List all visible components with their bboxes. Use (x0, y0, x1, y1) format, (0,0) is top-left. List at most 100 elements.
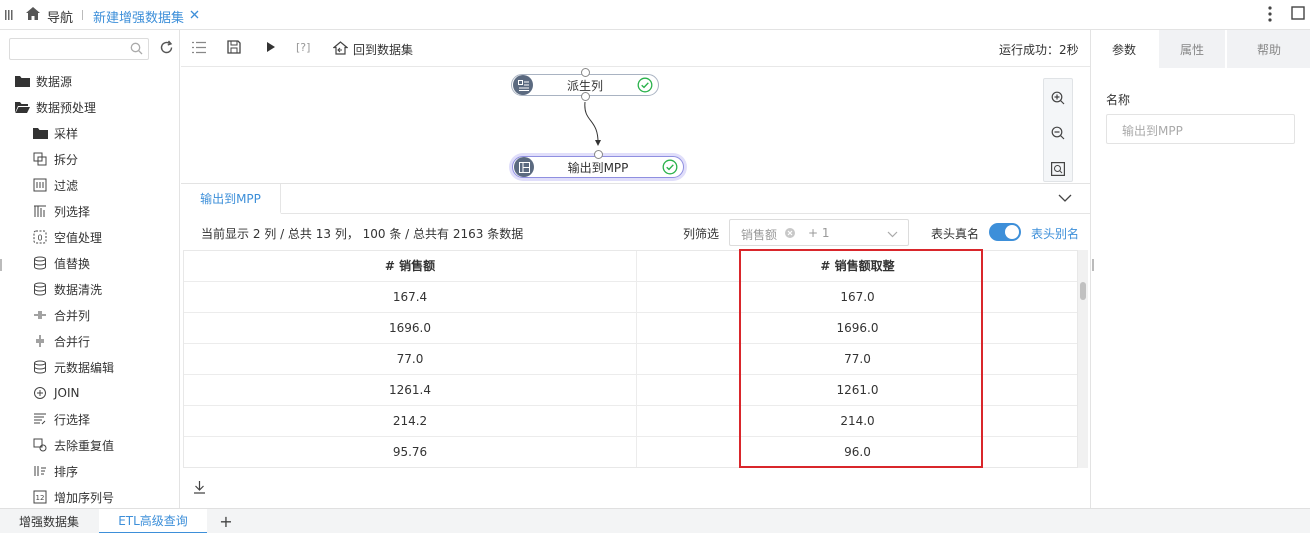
tag-remove-icon[interactable] (785, 228, 795, 238)
download-icon[interactable] (193, 480, 206, 494)
table-cell[interactable]: 1696.0 (184, 313, 637, 344)
refresh-icon[interactable] (159, 40, 174, 55)
tree-item-label: 元数据编辑 (54, 360, 115, 375)
node-input-port[interactable] (581, 68, 590, 77)
header-name-toggle[interactable] (989, 223, 1021, 241)
nav-label[interactable]: 导航 (47, 7, 73, 26)
tree-item-preprocess[interactable]: 数据预处理 (14, 97, 96, 117)
tree-item-merge-column[interactable]: 合并列 (32, 305, 90, 325)
flow-canvas[interactable]: 派生列 输出到MPP (181, 68, 1090, 183)
merge-column-icon (32, 307, 48, 323)
tree-item-label: 合并行 (54, 334, 91, 349)
success-check-icon (637, 77, 653, 93)
scroll-thumb[interactable] (1080, 282, 1086, 300)
tree-item-sort[interactable]: 排序 (32, 461, 78, 481)
tree-item-datasource[interactable]: 数据源 (14, 71, 72, 91)
tree-item-join[interactable]: JOIN (32, 383, 80, 403)
tab-params[interactable]: 参数 (1091, 30, 1157, 68)
zoom-out-icon[interactable] (1051, 126, 1065, 140)
name-field[interactable]: 输出到MPP (1106, 114, 1295, 144)
table-cell[interactable]: 167.4 (184, 282, 637, 313)
success-check-icon (662, 159, 678, 175)
header-alias-label[interactable]: 表头别名 (1031, 225, 1079, 242)
output-table-icon (514, 157, 534, 177)
tree-item-dedupe[interactable]: 去除重复值 (32, 435, 114, 455)
menu-grip-icon[interactable] (5, 10, 13, 20)
tree-item-label: 合并列 (54, 308, 91, 323)
node-output-mpp[interactable]: 输出到MPP (512, 156, 684, 178)
tree-item-sample[interactable]: 采样 (32, 123, 78, 143)
maximize-icon[interactable] (1291, 6, 1305, 20)
tree-item-label: 数据清洗 (54, 282, 103, 297)
right-panel: 参数 属性 帮助 名称 输出到MPP (1090, 30, 1310, 508)
split-icon (32, 151, 48, 167)
connector-line (584, 101, 601, 146)
tab-enhanced-dataset[interactable]: 增强数据集 (0, 509, 98, 533)
divider (82, 10, 83, 20)
fit-view-icon[interactable] (1051, 162, 1065, 176)
merge-row-icon (32, 333, 48, 349)
tree-item-metadata-edit[interactable]: 元数据编辑 (32, 357, 114, 377)
folder-open-icon (14, 99, 30, 115)
tree-item-value-replace[interactable]: 值替换 (32, 253, 90, 273)
tab-new-dataset[interactable]: 新建增强数据集 (93, 7, 184, 26)
tree-item-merge-row[interactable]: 合并行 (32, 331, 90, 351)
save-icon[interactable] (227, 40, 241, 54)
home-icon[interactable] (25, 6, 41, 21)
tree-item-row-select[interactable]: 行选择 (32, 409, 90, 429)
database-icon (32, 255, 48, 271)
tab-help[interactable]: 帮助 (1227, 30, 1310, 68)
tab-properties[interactable]: 属性 (1159, 30, 1225, 68)
tree-item-filter[interactable]: 过滤 (32, 175, 78, 195)
name-field-value: 输出到MPP (1122, 124, 1183, 138)
serial-number-icon: 12 (32, 489, 48, 505)
grid-scrollbar[interactable] (1078, 250, 1088, 468)
search-input[interactable] (9, 38, 149, 60)
tree-item-data-clean[interactable]: 数据清洗 (32, 279, 102, 299)
filter-more-count: + 1 (808, 226, 830, 240)
node-label: 派生列 (566, 78, 603, 93)
close-icon[interactable] (190, 10, 199, 19)
name-label: 名称 (1106, 93, 1131, 107)
column-header[interactable]: # 销售额 (184, 251, 637, 282)
filter-icon (32, 177, 48, 193)
node-input-port[interactable] (594, 150, 603, 159)
back-to-dataset-button[interactable]: 回到数据集 (353, 41, 413, 58)
left-resize-handle[interactable] (0, 259, 2, 271)
folder-icon (32, 125, 48, 141)
tab-output-mpp[interactable]: 输出到MPP (181, 184, 281, 214)
more-vertical-icon[interactable] (1268, 6, 1272, 22)
run-icon[interactable] (266, 42, 275, 52)
toolbar: [?] 回到数据集 运行成功：2秒 (181, 30, 1090, 67)
zoom-in-icon[interactable] (1051, 91, 1065, 105)
column-filter-select[interactable]: 销售额 + 1 (729, 219, 909, 246)
folder-icon (14, 73, 30, 89)
row-select-icon (32, 411, 48, 427)
tree-item-label: 增加序列号 (54, 490, 115, 505)
tree-item-column-select[interactable]: 列选择 (32, 201, 90, 221)
table-cell[interactable]: 214.2 (184, 406, 637, 437)
tab-etl-query[interactable]: ETL高级查询 (99, 509, 207, 533)
right-resize-handle[interactable] (1092, 259, 1094, 271)
tree-item-label: 数据源 (36, 74, 73, 89)
tree-item-null-handle[interactable]: 0 空值处理 (32, 227, 102, 247)
back-home-icon[interactable] (333, 41, 348, 55)
tree-item-split[interactable]: 拆分 (32, 149, 78, 169)
derived-column-icon (513, 75, 533, 95)
search-icon[interactable] (130, 42, 143, 55)
collapse-chevron-icon[interactable] (1058, 194, 1072, 202)
tree-item-label: 采样 (54, 126, 79, 141)
add-tab-button[interactable]: + (215, 509, 237, 533)
table-cell[interactable]: 1261.4 (184, 375, 637, 406)
table-cell[interactable]: 77.0 (184, 344, 637, 375)
table-cell[interactable]: 95.76 (184, 437, 637, 467)
top-bar: 导航 新建增强数据集 (0, 0, 1310, 30)
run-status: 运行成功：2秒 (999, 43, 1079, 57)
help-button[interactable]: [?] (296, 41, 310, 54)
tree-item-serial-number[interactable]: 12 增加序列号 (32, 487, 114, 507)
join-icon (32, 385, 48, 401)
zoom-controls (1043, 78, 1073, 182)
list-icon[interactable] (192, 41, 206, 54)
chevron-down-icon (887, 231, 898, 238)
panel-tabbar: 输出到MPP (181, 184, 1090, 214)
